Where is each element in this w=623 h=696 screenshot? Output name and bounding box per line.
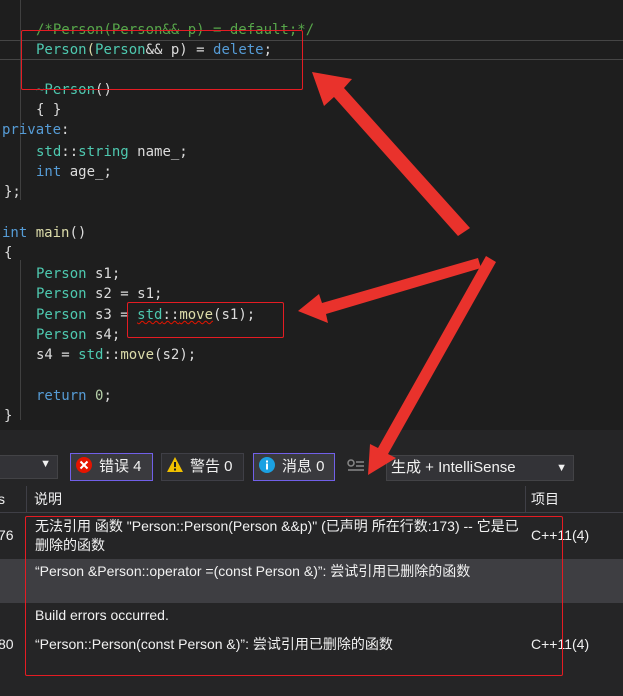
code-line[interactable]: Person s2 = s1;	[36, 284, 162, 304]
warnings-filter-button[interactable]: 警告 0	[161, 453, 244, 481]
chevron-down-icon: ▼	[40, 458, 51, 470]
error-list-panel: ▼ 错误 4 警告 0 消息 0 生成 + IntelliSense ▼ s 说…	[0, 430, 623, 696]
filter-options-icon[interactable]	[347, 459, 365, 478]
code-line[interactable]: s4 = std::move(s2);	[36, 345, 196, 365]
code-line[interactable]: }	[4, 406, 12, 426]
error-description: 无法引用 函数 "Person::Person(Person &&p)" (已声…	[35, 518, 519, 553]
code-line[interactable]: /*Person(Person&& p) = default;*/	[36, 20, 314, 40]
code-line[interactable]: return 0;	[36, 386, 112, 406]
error-description: “Person::Person(const Person &)”: 尝试引用已删…	[35, 636, 393, 652]
code-line[interactable]: int age_;	[36, 162, 112, 182]
column-header-project[interactable]: 项目	[531, 486, 559, 512]
errors-filter-button[interactable]: 错误 4	[70, 453, 153, 481]
column-header-description[interactable]: 说明	[34, 486, 62, 512]
code-line[interactable]: {	[4, 243, 12, 263]
column-divider[interactable]	[525, 486, 526, 512]
table-row[interactable]: “Person &Person::operator =(const Person…	[0, 559, 623, 603]
table-row[interactable]: 76 无法引用 函数 "Person::Person(Person &&p)" …	[0, 514, 623, 558]
code-line[interactable]: std::string name_;	[36, 142, 188, 162]
build-source-dropdown[interactable]: 生成 + IntelliSense ▼	[386, 455, 574, 481]
code-line[interactable]: Person s1;	[36, 264, 120, 284]
table-row[interactable]: Build errors occurred.	[0, 604, 623, 628]
code-line[interactable]: { }	[36, 100, 61, 120]
messages-filter-button[interactable]: 消息 0	[253, 453, 335, 481]
code-line[interactable]: int main()	[2, 223, 86, 243]
column-header-code[interactable]: s	[0, 486, 5, 512]
error-squiggle[interactable]: std::move	[137, 307, 213, 323]
scope-dropdown[interactable]: ▼	[0, 455, 58, 479]
table-row[interactable]: 80 “Person::Person(const Person &)”: 尝试引…	[0, 633, 623, 657]
code-line[interactable]: private:	[2, 120, 69, 140]
indent-guide	[20, 0, 21, 200]
code-line[interactable]: Person s3 = std::move(s1);	[36, 305, 255, 325]
error-icon	[75, 456, 93, 474]
error-description: Build errors occurred.	[35, 607, 169, 623]
warning-icon	[166, 456, 184, 474]
code-line[interactable]: };	[4, 182, 21, 202]
indent-guide	[20, 260, 21, 420]
error-project: C++11(4)	[531, 527, 590, 543]
error-list-header: s 说明 项目	[0, 486, 623, 513]
code-line[interactable]: ~Person()	[36, 80, 112, 100]
column-divider[interactable]	[26, 486, 27, 512]
error-code: 80	[0, 636, 14, 652]
code-editor[interactable]: /*Person(Person&& p) = default;*/ Person…	[0, 0, 623, 430]
error-code: 76	[0, 527, 14, 543]
error-description: “Person &Person::operator =(const Person…	[35, 563, 471, 579]
info-icon	[258, 456, 276, 474]
error-list-toolbar: ▼ 错误 4 警告 0 消息 0 生成 + IntelliSense ▼	[0, 450, 623, 484]
code-line[interactable]: Person(Person&& p) = delete;	[36, 40, 272, 60]
chevron-down-icon: ▼	[556, 462, 567, 474]
code-line[interactable]: Person s4;	[36, 325, 120, 345]
error-project: C++11(4)	[531, 636, 590, 652]
